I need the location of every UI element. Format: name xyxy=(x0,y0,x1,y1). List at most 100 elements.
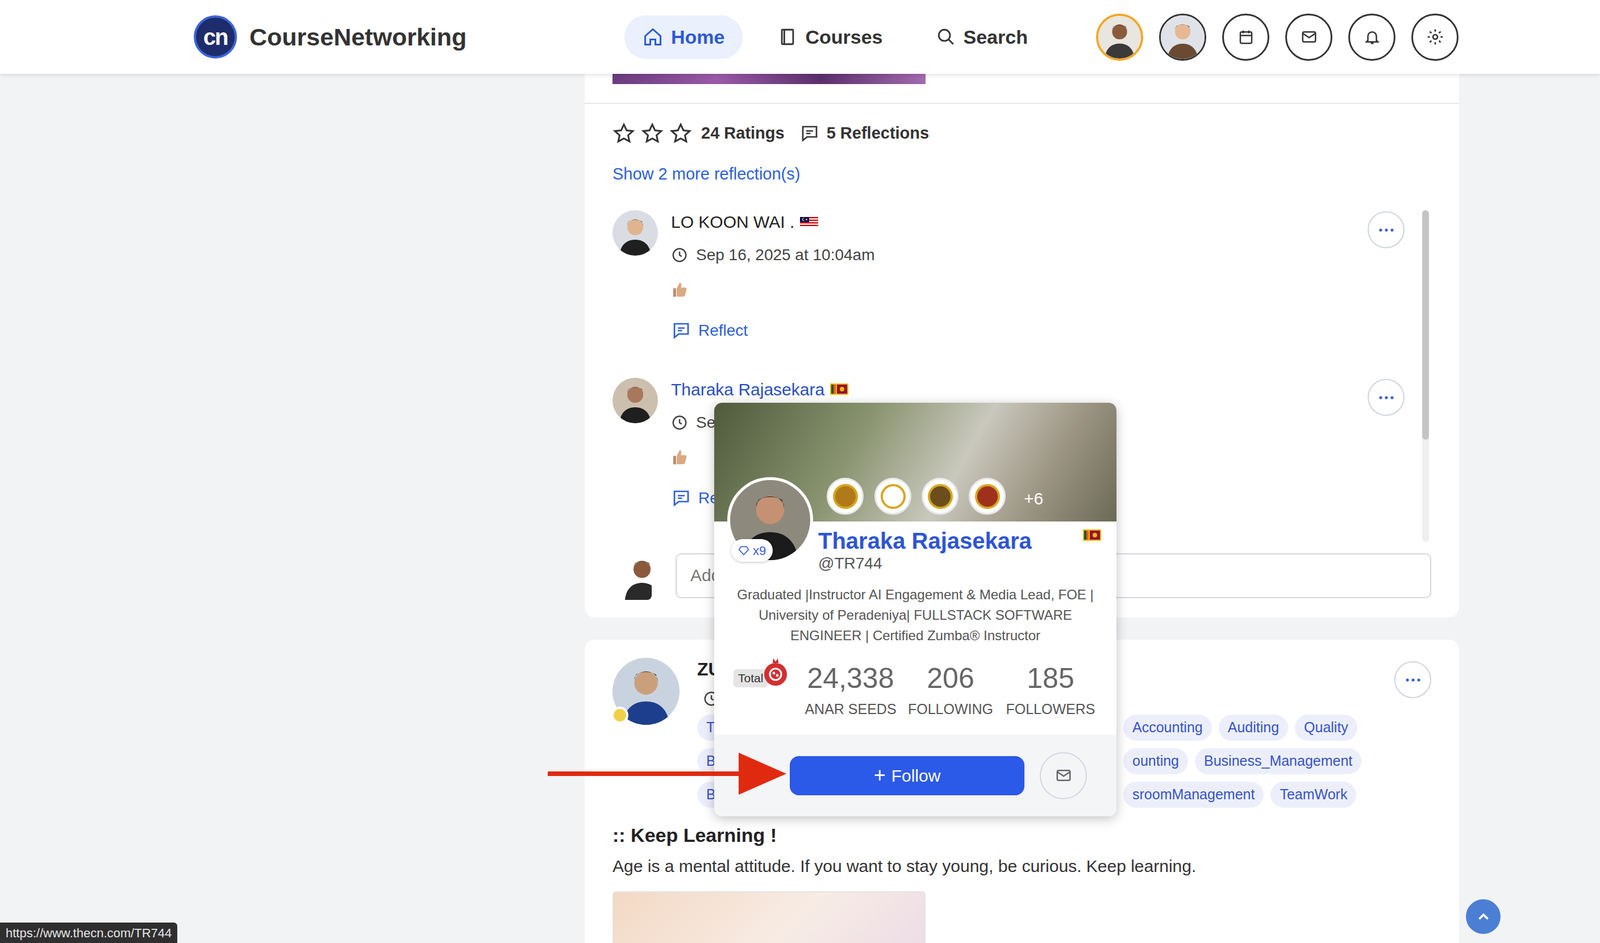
header-icon-button[interactable] xyxy=(1348,13,1396,61)
message-button[interactable] xyxy=(1039,752,1087,800)
reflection-menu-button[interactable] xyxy=(1367,378,1405,416)
profile-name[interactable]: Tharaka Rajasekara xyxy=(818,523,1032,558)
header-icon-button[interactable] xyxy=(1411,13,1459,61)
header-actions xyxy=(1096,13,1459,61)
malaysia-flag-icon xyxy=(800,215,819,228)
header-icon-button[interactable] xyxy=(1285,13,1333,61)
post-menu-button[interactable] xyxy=(1394,661,1432,699)
star-icon[interactable] xyxy=(612,122,636,145)
ratings-count[interactable]: 24 Ratings xyxy=(701,121,785,147)
comment-icon xyxy=(671,488,692,509)
mail-icon xyxy=(1055,767,1073,785)
reflection-time: Sep 16, 2025 at 10:04am xyxy=(696,243,875,268)
tag-group: ountingBusiness_Management xyxy=(1123,748,1362,775)
badge-emblem xyxy=(880,484,906,510)
book-icon xyxy=(777,27,798,47)
badge-emblem xyxy=(975,484,1000,510)
anar-seed-icon xyxy=(761,657,790,687)
scrollbar-track xyxy=(1422,210,1429,543)
bell-icon xyxy=(1363,28,1381,46)
reflections-count-icon-wrap xyxy=(799,123,820,144)
more-badges[interactable]: +6 xyxy=(1023,485,1044,512)
reflection-author[interactable]: LO KOON WAI . xyxy=(671,210,795,235)
account-avatar[interactable] xyxy=(1159,13,1207,61)
comment-icon xyxy=(671,320,692,341)
star-icon[interactable] xyxy=(640,122,664,145)
stat-value[interactable]: 185 xyxy=(1026,662,1074,695)
scroll-top-button[interactable] xyxy=(1465,899,1501,935)
post-title-row: :: Keep Learning ! xyxy=(612,823,1432,847)
reflection-author[interactable]: Tharaka Rajasekara xyxy=(671,376,825,403)
achievement-badge[interactable] xyxy=(826,477,864,515)
nav-item[interactable]: Courses xyxy=(759,15,901,60)
nav-item[interactable]: Home xyxy=(624,15,743,60)
reflection-menu-button[interactable] xyxy=(1367,211,1405,249)
tag[interactable]: ounting xyxy=(1123,748,1189,775)
top-bar: cn CourseNetworking Home Courses Search xyxy=(0,0,1600,74)
tag[interactable]: Accounting xyxy=(1123,714,1212,741)
country-flag xyxy=(830,383,849,395)
status-url-bar: https://www.thecn.com/TR744 xyxy=(0,922,178,943)
annotation-arrow-icon xyxy=(547,752,788,795)
stat-label: FOLLOWERS xyxy=(1006,700,1096,719)
total-label: Total xyxy=(733,669,768,688)
chevron-up-icon xyxy=(1475,908,1493,926)
stat[interactable]: 185 FOLLOWERS xyxy=(1000,662,1101,719)
post-image xyxy=(612,73,926,85)
reflection-time: Se xyxy=(696,410,716,435)
reflect-label[interactable]: Reflect xyxy=(698,318,748,343)
stat-value[interactable]: 24,338 xyxy=(807,662,895,695)
follow-label[interactable]: Follow xyxy=(891,763,941,789)
star-icon[interactable] xyxy=(669,122,693,145)
clock-icon xyxy=(671,414,689,432)
post-author-avatar[interactable] xyxy=(612,657,680,725)
tag-group: sroomManagementTeamWork xyxy=(1123,781,1357,808)
stat[interactable]: 206 FOLLOWING xyxy=(900,662,1001,719)
sri-lanka-flag-icon xyxy=(830,383,849,395)
achievement-badge[interactable] xyxy=(968,477,1006,515)
reflections-count[interactable]: 5 Reflections xyxy=(826,121,930,147)
reflection-avatar[interactable] xyxy=(612,377,658,424)
scrollbar-thumb[interactable] xyxy=(1422,210,1429,440)
follow-button[interactable]: +Follow xyxy=(789,756,1025,796)
reflection-avatar[interactable] xyxy=(612,210,658,256)
reflection-author-row: Tharaka Rajasekara xyxy=(671,377,1368,401)
nav-label[interactable]: Courses xyxy=(805,22,883,52)
logo[interactable]: cn CourseNetworking xyxy=(193,15,625,59)
badge-emblem xyxy=(927,484,953,510)
ratings-row: 24 Ratings 5 Reflections xyxy=(584,103,1460,147)
my-avatar xyxy=(617,551,652,600)
reflect-button[interactable]: Reflect xyxy=(671,319,1368,343)
profile-handle: @TR744 xyxy=(818,551,882,576)
profile-hover-card: +6x9Tharaka Rajasekara@TR744Graduated |I… xyxy=(714,402,1117,817)
show-more-link[interactable]: Show 2 more reflection(s) xyxy=(612,161,800,187)
tag[interactable]: Quality xyxy=(1294,714,1358,741)
tag[interactable]: sroomManagement xyxy=(1123,781,1264,808)
app-name[interactable]: CourseNetworking xyxy=(249,18,467,56)
gem-icon xyxy=(738,545,750,556)
achievement-badge[interactable] xyxy=(874,477,912,515)
logo-badge[interactable]: cn xyxy=(193,15,237,59)
nav-item[interactable]: Search xyxy=(918,15,1047,60)
mail-icon xyxy=(1300,28,1318,46)
gem-count: x9 xyxy=(752,541,766,561)
calendar-icon xyxy=(1237,28,1255,46)
sri-lanka-flag-icon xyxy=(1082,529,1102,541)
tag[interactable]: Auditing xyxy=(1218,714,1289,741)
star-rating[interactable] xyxy=(612,122,693,145)
nav-label[interactable]: Home xyxy=(671,22,725,52)
stat-label: FOLLOWING xyxy=(907,700,994,719)
nav-label[interactable]: Search xyxy=(963,22,1028,52)
achievement-badge[interactable] xyxy=(921,477,959,515)
total-block: Total xyxy=(719,662,801,695)
home-icon xyxy=(642,26,664,48)
tag[interactable]: TeamWork xyxy=(1270,781,1357,808)
stat[interactable]: 24,338ANAR SEEDS xyxy=(800,662,901,719)
logo-text[interactable]: cn xyxy=(203,25,228,49)
header-icon-button[interactable] xyxy=(1222,13,1270,61)
tag[interactable]: Business_Management xyxy=(1194,748,1362,775)
stat-value[interactable]: 206 xyxy=(926,662,974,695)
profile-avatar[interactable] xyxy=(1096,13,1144,61)
gem-badge[interactable]: x9 xyxy=(731,539,773,562)
country-flag xyxy=(800,215,819,228)
